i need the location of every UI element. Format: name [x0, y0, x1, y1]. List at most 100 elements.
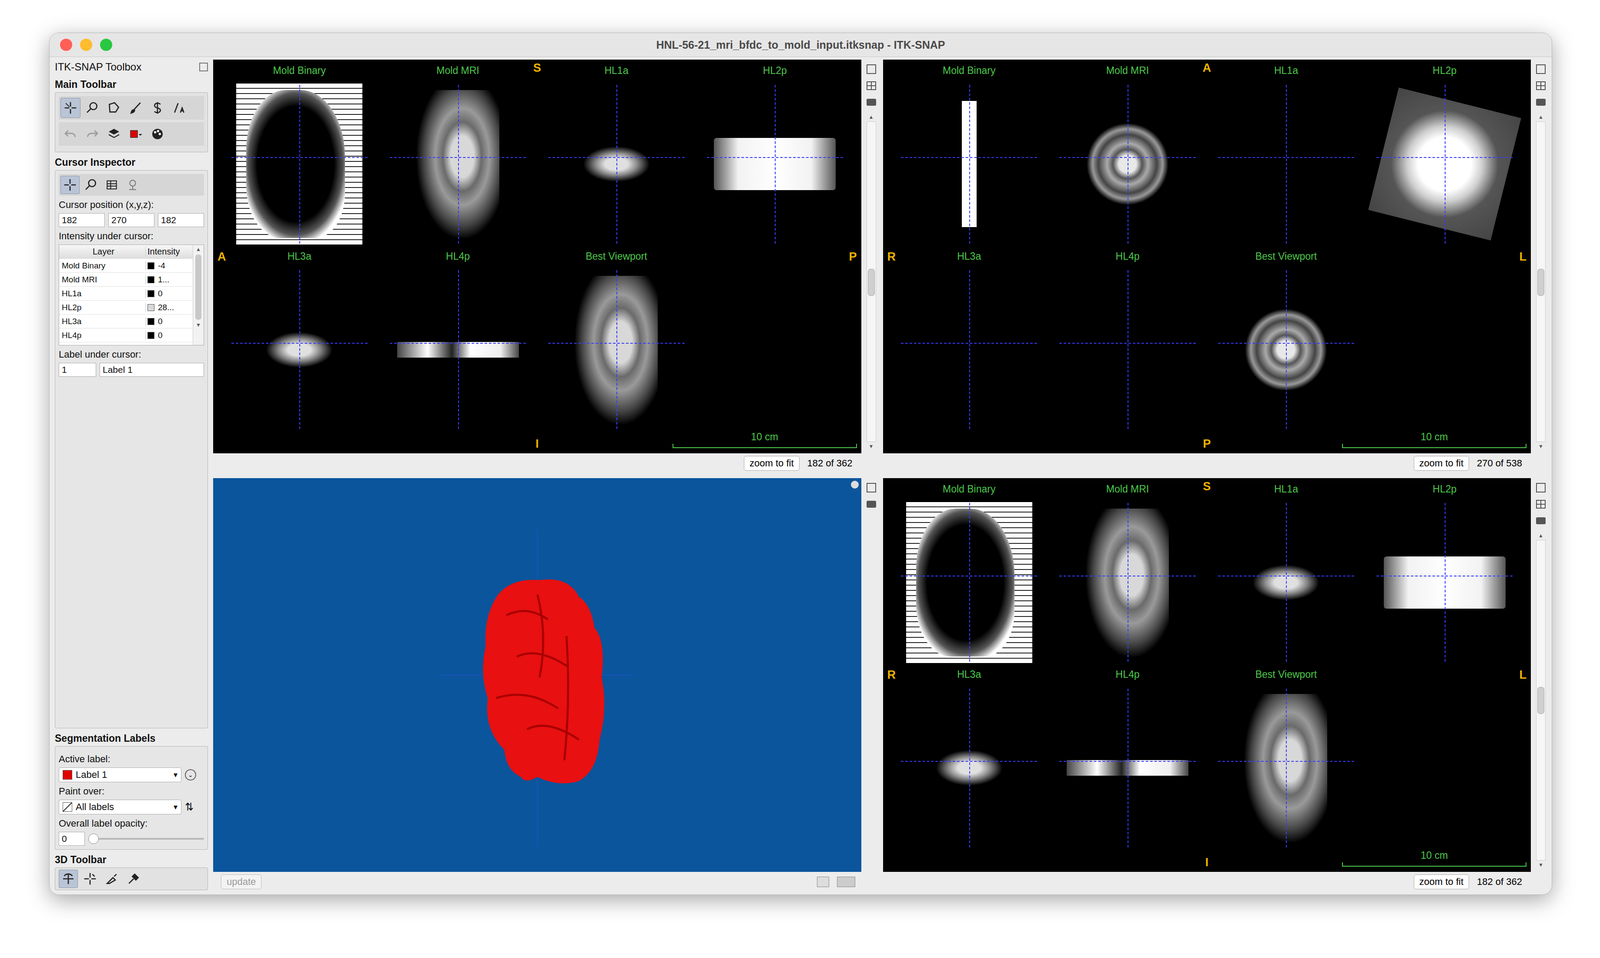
layer-tile[interactable]: HL4p: [378, 250, 537, 437]
slice-slider[interactable]: ▲▼: [864, 112, 878, 451]
opacity-field[interactable]: 0: [58, 831, 85, 846]
opacity-slider[interactable]: [88, 832, 205, 845]
layer-tile[interactable]: Best Viewport: [1206, 250, 1366, 437]
position-field[interactable]: 182: [58, 213, 105, 228]
slice-slider[interactable]: ▲▼: [1534, 531, 1548, 870]
action-button[interactable]: [147, 123, 168, 144]
layer-tile[interactable]: HL3a: [220, 250, 379, 437]
undock-icon[interactable]: [199, 62, 208, 72]
swap-icon[interactable]: ⇅: [184, 800, 194, 814]
collapse-icon[interactable]: [850, 480, 859, 489]
table-row[interactable]: HL3a0: [59, 314, 193, 329]
layer-tile[interactable]: HL4p: [1048, 668, 1207, 855]
camera-icon[interactable]: [1534, 514, 1547, 527]
orientation-label: R: [887, 668, 897, 682]
tool-button[interactable]: [169, 97, 190, 118]
tool-button[interactable]: [147, 97, 168, 118]
layer-tile[interactable]: HL1a: [1206, 483, 1366, 670]
layer-tile[interactable]: HL4p: [1048, 250, 1207, 437]
table-row[interactable]: HL1a0: [59, 286, 193, 301]
crosshair-line: [1059, 575, 1196, 577]
update-button[interactable]: update: [220, 874, 262, 890]
layer-tile[interactable]: HL2p: [1365, 483, 1524, 670]
layer-tile[interactable]: HL1a: [1206, 64, 1366, 251]
layer-tile[interactable]: Mold Binary: [890, 64, 1049, 251]
layer-tile[interactable]: Mold MRI: [1048, 64, 1207, 251]
table-row[interactable]: Mold Binary-4: [59, 258, 193, 273]
position-field[interactable]: 270: [108, 213, 155, 228]
table-row[interactable]: Mold MRI1...: [59, 272, 193, 287]
layer-tile[interactable]: Mold MRI: [378, 64, 537, 251]
layer-tile[interactable]: HL3a: [890, 668, 1049, 855]
inspector-tab[interactable]: [102, 175, 122, 195]
camera-menu-icon[interactable]: [836, 876, 856, 888]
snapshot-icon[interactable]: [816, 876, 830, 888]
inspector-tab[interactable]: [60, 175, 80, 195]
slice-viewport[interactable]: Mold BinaryMold MRIHL1aHL2p HL3aHL4pBest …: [213, 59, 862, 454]
action-button[interactable]: [103, 123, 124, 144]
active-label-dropdown[interactable]: Label 1▾: [58, 767, 182, 783]
column-header[interactable]: Intensity: [145, 246, 193, 257]
crosshair-line: [1218, 342, 1355, 344]
crosshair-line: [1444, 502, 1446, 662]
slice-slider[interactable]: ▲▼: [1534, 112, 1548, 451]
table-row[interactable]: HL2p28...: [59, 300, 193, 315]
tool-3d-button[interactable]: [80, 869, 100, 888]
zoom-to-fit-button[interactable]: zoom to fit: [1413, 874, 1470, 890]
table-row[interactable]: HL4p0: [59, 328, 193, 343]
column-header[interactable]: Layer: [59, 246, 146, 257]
crosshair-line: [616, 84, 618, 244]
tool-3d-button[interactable]: [58, 869, 78, 888]
camera-icon[interactable]: [865, 498, 878, 511]
table-scrollbar[interactable]: ▲▼: [192, 244, 204, 345]
render-3d-view[interactable]: [213, 478, 862, 872]
layout-icon[interactable]: [1534, 481, 1547, 494]
inspector-tab[interactable]: [81, 175, 101, 195]
slice-viewport[interactable]: Mold BinaryMold MRIHL1aHL2p HL3aHL4pBest …: [883, 478, 1532, 872]
inspector-tab[interactable]: [123, 175, 143, 195]
layer-tile[interactable]: Mold Binary: [890, 483, 1049, 670]
camera-icon[interactable]: [1534, 96, 1547, 109]
zoom-to-fit-button[interactable]: zoom to fit: [1413, 455, 1470, 471]
layout-icon[interactable]: [1534, 63, 1547, 76]
layer-tile[interactable]: HL2p: [1365, 64, 1524, 251]
label-menu-button[interactable]: ⌄: [184, 769, 197, 781]
label-name-field[interactable]: Label 1: [99, 362, 205, 377]
zoom-button[interactable]: [100, 38, 113, 51]
orientation-label: A: [1202, 61, 1212, 75]
tool-button[interactable]: [125, 97, 146, 118]
tool-button[interactable]: [60, 97, 81, 118]
layer-tile[interactable]: HL3a: [890, 250, 1049, 437]
tool-button[interactable]: [82, 97, 103, 118]
minimize-button[interactable]: [80, 38, 93, 51]
grid-layout-icon[interactable]: [865, 79, 878, 92]
close-button[interactable]: [60, 38, 73, 51]
layout-icon[interactable]: [865, 63, 878, 76]
crosshair-line: [1218, 157, 1355, 158]
layer-tile[interactable]: Mold Binary: [220, 64, 379, 251]
layer-tile[interactable]: Best Viewport: [537, 250, 696, 437]
paint-over-dropdown[interactable]: All labels▾: [58, 799, 182, 815]
action-button[interactable]: [60, 123, 81, 144]
action-button[interactable]: [82, 123, 103, 144]
layer-tile[interactable]: Mold MRI: [1048, 483, 1207, 670]
crosshair-line: [458, 84, 459, 244]
tool-3d-button[interactable]: [123, 869, 144, 888]
camera-icon[interactable]: [865, 96, 878, 109]
grid-layout-icon[interactable]: [1534, 79, 1547, 92]
layer-tile[interactable]: HL2p: [695, 64, 854, 251]
zoom-to-fit-button[interactable]: zoom to fit: [743, 455, 800, 471]
layout-icon[interactable]: [865, 481, 878, 494]
tool-button[interactable]: [103, 97, 124, 118]
position-field[interactable]: 182: [157, 213, 205, 228]
label-id-field[interactable]: 1: [58, 362, 97, 377]
tool-3d-button[interactable]: [102, 869, 122, 888]
orientation-label: P: [1202, 437, 1211, 451]
grid-layout-icon[interactable]: [1534, 498, 1547, 511]
layer-tile[interactable]: Best Viewport: [1206, 668, 1366, 855]
layer-tile[interactable]: HL1a: [537, 64, 696, 251]
crosshair-line: [1127, 270, 1129, 429]
action-button[interactable]: [125, 123, 146, 144]
crosshair-line: [1127, 84, 1129, 244]
slice-viewport[interactable]: Mold BinaryMold MRIHL1aHL2p HL3aHL4pBest …: [883, 59, 1532, 454]
